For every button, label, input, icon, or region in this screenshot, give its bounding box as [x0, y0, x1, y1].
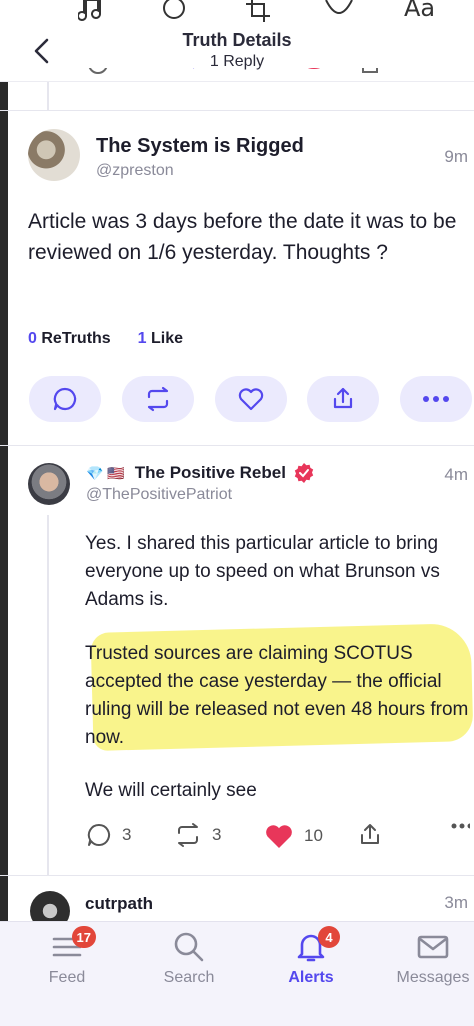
top-navigation-bar: Aa Truth Details 1 Reply: [0, 0, 474, 82]
retruth-button[interactable]: [122, 376, 194, 422]
reply-paragraph: We will certainly see: [85, 780, 257, 801]
retruths-label: ReTruths: [41, 330, 111, 347]
retruths-stat[interactable]: 0 ReTruths: [28, 330, 111, 347]
reply-paragraph: Yes. I shared this particular article to…: [85, 533, 440, 610]
share-icon: [361, 824, 379, 844]
bottom-tab-bar: 17 Feed Search 4 Alerts Messages: [0, 921, 474, 1026]
reply-timestamp: 4m: [444, 465, 468, 484]
editor-toolbar-overlay: Aa: [0, 0, 474, 26]
tab-label: Search: [163, 969, 215, 986]
tab-feed[interactable]: 17 Feed: [12, 922, 122, 1002]
screen-edge: [0, 0, 8, 1026]
likes-stat[interactable]: 1 Like: [138, 330, 183, 347]
share-icon: [362, 68, 378, 73]
notification-badge: 4: [318, 926, 340, 948]
likes-label: Like: [150, 330, 183, 347]
previous-post-actions-peek: [0, 68, 474, 82]
author-name[interactable]: The Positive Rebel: [135, 463, 286, 483]
avatar[interactable]: [28, 129, 80, 181]
envelope-icon: [417, 935, 449, 959]
notification-badge: 17: [71, 926, 96, 948]
author-handle[interactable]: @ThePositivePatriot: [86, 486, 232, 504]
tab-label: Alerts: [288, 969, 334, 986]
reply-timestamp: 3m: [444, 893, 468, 912]
text-style-icon: Aa: [404, 0, 435, 22]
reply-paragraph-highlighted: Trusted sources are claiming SCOTUS acce…: [85, 643, 469, 748]
reply-author-row: 💎 🇺🇸 The Positive Rebel: [86, 463, 314, 483]
reply-icon: [53, 387, 77, 411]
divider: [0, 445, 474, 446]
palette-icon: [325, 0, 353, 14]
heart-icon: [307, 68, 321, 69]
post-text: Article was 3 days before the date it wa…: [28, 210, 457, 264]
divider: [0, 875, 474, 876]
profile-badges: 💎 🇺🇸: [86, 464, 125, 481]
retruth-icon: [193, 68, 195, 69]
retruths-count: 0: [28, 330, 37, 347]
crop-icon: [246, 0, 270, 22]
search-icon: [174, 932, 204, 962]
avatar[interactable]: [28, 463, 70, 505]
tab-label: Messages: [396, 969, 470, 986]
sticker-icon: [163, 0, 185, 19]
svg-text:Aa: Aa: [404, 0, 435, 22]
share-button[interactable]: [307, 376, 379, 422]
author-name[interactable]: cutrpath: [85, 894, 153, 914]
reply-count: 3: [122, 825, 132, 844]
more-options-button[interactable]: [400, 376, 472, 422]
heart-icon: [238, 388, 264, 411]
more-dots-icon: [423, 396, 449, 402]
retruth-button[interactable]: 3: [174, 822, 221, 848]
music-note-icon: [78, 0, 101, 21]
like-count: 10: [304, 826, 323, 845]
verified-badge-icon: [294, 463, 314, 483]
tab-search[interactable]: Search: [134, 922, 244, 1002]
reply-icon: [87, 823, 111, 846]
share-icon: [333, 387, 353, 409]
reply-icon: [88, 68, 108, 74]
likes-count: 1: [137, 330, 147, 347]
post-stats: 0 ReTruths 1 Like: [28, 330, 183, 348]
tab-messages[interactable]: Messages: [378, 922, 474, 1002]
more-options-button[interactable]: [450, 822, 470, 830]
like-button[interactable]: 10: [264, 822, 323, 850]
more-dots-icon: [451, 823, 470, 829]
thread-connector-line: [47, 82, 49, 110]
tab-label: Feed: [48, 969, 86, 986]
share-button[interactable]: [357, 822, 383, 848]
divider: [0, 110, 474, 111]
author-handle[interactable]: @zpreston: [96, 162, 174, 180]
reply-button[interactable]: 3: [86, 822, 131, 848]
page-title: Truth Details: [182, 30, 292, 50]
reply-action-bar: 3 3 10: [0, 822, 474, 852]
retruth-count: 3: [212, 825, 222, 844]
retruth-icon: [147, 386, 169, 412]
retruth-icon: [178, 823, 198, 847]
reply-button[interactable]: [29, 376, 101, 422]
post-timestamp: 9m: [444, 147, 468, 166]
tab-alerts[interactable]: 4 Alerts: [256, 922, 366, 1002]
heart-filled-icon: [266, 825, 292, 848]
author-name[interactable]: The System is Rigged: [96, 135, 304, 158]
like-button[interactable]: [215, 376, 287, 422]
